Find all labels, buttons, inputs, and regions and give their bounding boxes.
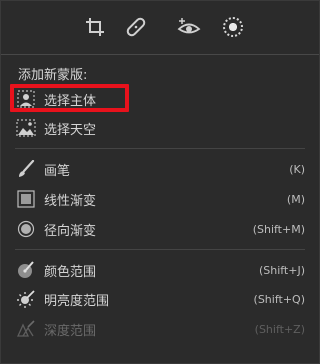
menu-item-select-sky[interactable]: 选择天空 [15, 115, 305, 141]
menu-item-color-range[interactable]: 颜色范围 (Shift+J) [15, 257, 305, 283]
add-new-mask-title: 添加新蒙版: [18, 68, 88, 83]
linear-gradient-icon [15, 189, 37, 209]
red-eye-icon[interactable] [175, 13, 203, 41]
color-range-icon [15, 260, 37, 280]
mask-ring [223, 17, 243, 37]
menu-item-shortcut: (Shift+Q) [253, 292, 305, 306]
menu-item-label: 径向渐变 [44, 223, 97, 239]
crop-icon[interactable] [81, 13, 109, 41]
menu-item-label: 颜色范围 [44, 264, 97, 280]
menu-item-label: 明亮度范围 [44, 293, 110, 309]
menu-item-label: 画笔 [44, 163, 71, 179]
menu-item-shortcut: (M) [286, 192, 305, 206]
mask-panel: 添加新蒙版: 选择主体 选择天空 画笔 (K) 线性渐变 (M) 径向渐变 (S… [0, 0, 320, 364]
menu-item-shortcut: (Shift+M) [252, 222, 305, 236]
menu-item-shortcut: (Shift+J) [258, 263, 305, 277]
menu-item-depth-range: 深度范围 (Shift+Z) [15, 316, 305, 342]
menu-item-brush[interactable]: 画笔 (K) [15, 156, 305, 182]
separator [15, 249, 305, 250]
menu-item-label: 深度范围 [44, 323, 97, 339]
sky-icon [15, 118, 37, 138]
depth-range-icon [15, 319, 37, 339]
mask-icon[interactable] [219, 13, 247, 41]
heal-icon[interactable] [122, 13, 150, 41]
menu-item-linear-gradient[interactable]: 线性渐变 (M) [15, 186, 305, 212]
radial-gradient-icon [15, 219, 37, 239]
brush-icon [15, 159, 37, 179]
menu-item-luminance-range[interactable]: 明亮度范围 (Shift+Q) [15, 286, 305, 312]
tool-strip [1, 1, 319, 55]
menu-item-label: 线性渐变 [44, 193, 97, 209]
separator [15, 148, 305, 149]
luminance-range-icon [15, 289, 37, 309]
menu-item-label: 选择天空 [44, 122, 97, 138]
menu-item-radial-gradient[interactable]: 径向渐变 (Shift+M) [15, 216, 305, 242]
menu-item-shortcut: (Shift+Z) [254, 322, 305, 336]
menu-item-shortcut: (K) [289, 162, 305, 176]
select-subject-highlight-box [10, 84, 129, 112]
